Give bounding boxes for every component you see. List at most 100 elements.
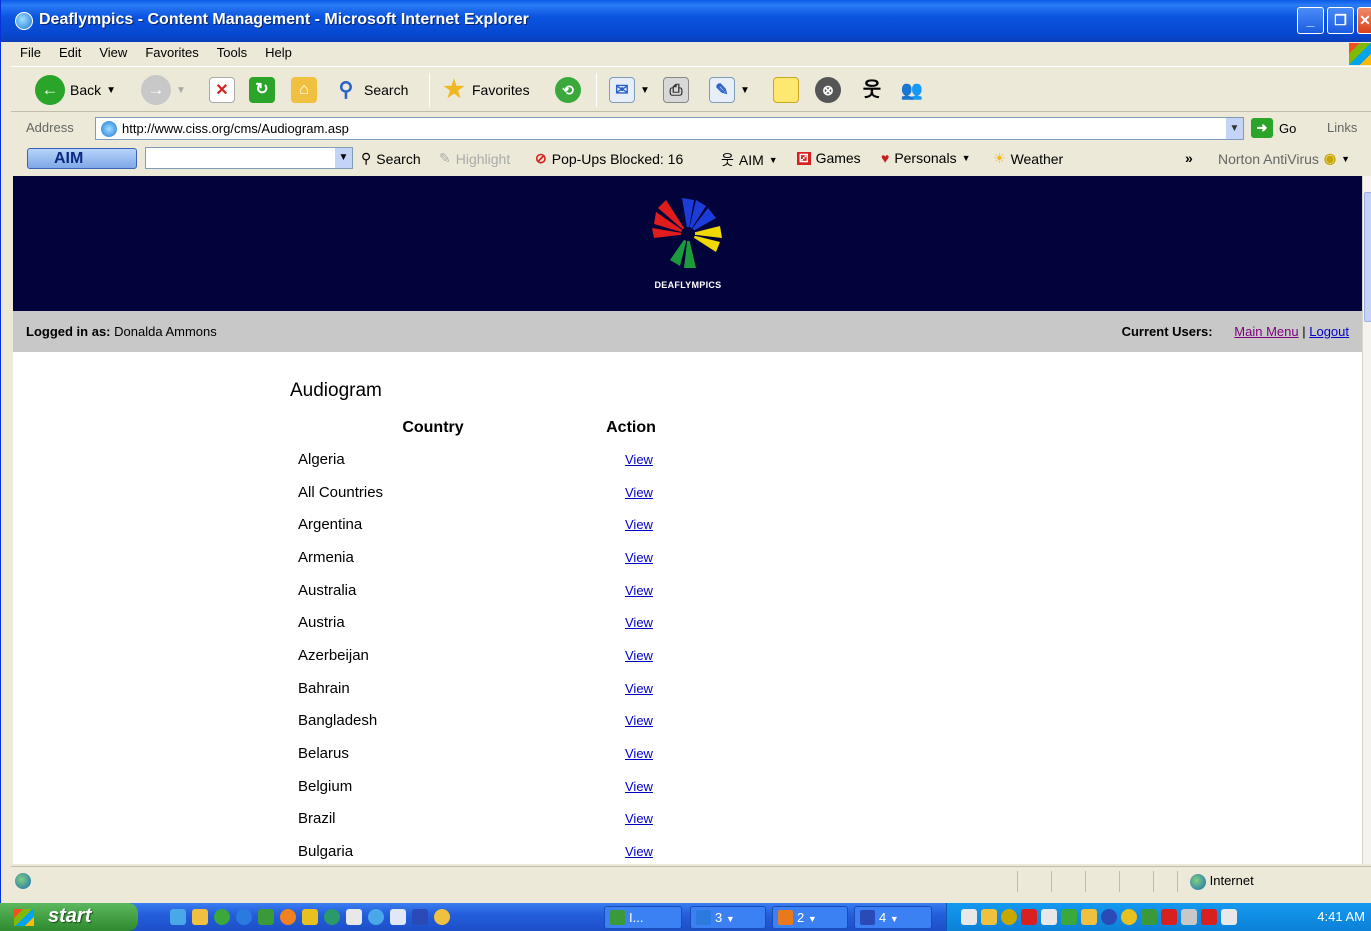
tray-icon[interactable] [1201, 909, 1217, 925]
go-label: Go [1279, 120, 1297, 136]
tray-icon[interactable] [1181, 909, 1197, 925]
chevron-down-icon: ▼ [106, 84, 117, 96]
page-title: Audiogram [290, 380, 382, 401]
toolbar-overflow-icon[interactable]: » [1185, 150, 1193, 166]
quicklaunch-icon[interactable] [368, 909, 384, 925]
messenger-button[interactable]: ⊗ [815, 75, 841, 105]
tray-icon[interactable] [1161, 909, 1177, 925]
view-link[interactable]: View [625, 485, 653, 500]
view-link[interactable]: View [625, 844, 653, 859]
nav-separator: | [1302, 324, 1306, 339]
home-button[interactable]: ⌂ [291, 75, 317, 105]
view-link[interactable]: View [625, 746, 653, 761]
links-button[interactable]: Links [1327, 120, 1357, 135]
menu-view[interactable]: View [90, 42, 136, 63]
tray-icon[interactable] [1081, 909, 1097, 925]
menu-help[interactable]: Help [256, 42, 301, 63]
view-link[interactable]: View [625, 779, 653, 794]
taskbar-item[interactable]: 3 ▼ [690, 906, 766, 929]
main-menu-link[interactable]: Main Menu [1234, 324, 1298, 339]
highlight-button[interactable]: ✎ Highlight [439, 150, 510, 167]
quicklaunch-icon[interactable] [280, 909, 296, 925]
taskbar-item[interactable]: I... [604, 906, 682, 929]
taskbar-item[interactable]: 2 ▼ [772, 906, 848, 929]
quicklaunch-icon[interactable] [324, 909, 340, 925]
quicklaunch-icon[interactable] [214, 909, 230, 925]
weather-button[interactable]: ☀ Weather [993, 150, 1063, 167]
logout-link[interactable]: Logout [1309, 324, 1349, 339]
view-link[interactable]: View [625, 648, 653, 663]
aim-logo-button[interactable]: AIM [27, 148, 137, 169]
tray-icon[interactable] [981, 909, 997, 925]
tray-icon[interactable] [1021, 909, 1037, 925]
aim-toolbar-button[interactable]: 웃 [859, 75, 885, 105]
notes-button[interactable] [773, 75, 799, 105]
aim-menu-button[interactable]: 웃 AIM ▼ [721, 150, 778, 170]
quicklaunch-icon[interactable] [170, 909, 186, 925]
view-link[interactable]: View [625, 583, 653, 598]
tray-icon[interactable] [1221, 909, 1237, 925]
quicklaunch-icon[interactable] [346, 909, 362, 925]
back-button[interactable]: ← Back ▼ [35, 75, 116, 105]
menu-tools[interactable]: Tools [208, 42, 256, 63]
tray-icon[interactable] [1121, 909, 1137, 925]
menu-file[interactable]: File [11, 42, 50, 63]
tray-icon[interactable] [1101, 909, 1117, 925]
quicklaunch-icon[interactable] [412, 909, 428, 925]
personals-button[interactable]: ♥ Personals ▼ [881, 150, 971, 166]
tray-icon[interactable] [1041, 909, 1057, 925]
print-button[interactable]: ⎙ [663, 75, 689, 105]
edit-button[interactable]: ✎ ▼ [709, 75, 750, 105]
deaflympics-logo [652, 198, 722, 268]
view-link[interactable]: View [625, 615, 653, 630]
stop-icon: ✕ [209, 77, 235, 103]
minimize-icon[interactable]: _ [1297, 7, 1324, 34]
view-link[interactable]: View [625, 452, 653, 467]
tray-icon[interactable] [1061, 909, 1077, 925]
tray-icon[interactable] [1141, 909, 1157, 925]
view-link[interactable]: View [625, 713, 653, 728]
view-link[interactable]: View [625, 811, 653, 826]
quicklaunch-icon[interactable] [192, 909, 208, 925]
history-button[interactable]: ⟲ [555, 75, 581, 105]
forward-button[interactable]: → ▼ [141, 75, 186, 105]
start-button[interactable]: start [0, 903, 138, 931]
popups-blocked-button[interactable]: ⊘ Pop-Ups Blocked: 16 [535, 150, 683, 167]
country-cell: Bangladesh [298, 712, 378, 730]
view-link[interactable]: View [625, 681, 653, 696]
mail-button[interactable]: ✉ ▼ [609, 75, 650, 105]
quicklaunch-icon[interactable] [258, 909, 274, 925]
scrollbar-thumb[interactable] [1364, 192, 1371, 322]
country-cell: Azerbeijan [298, 646, 369, 664]
taskbar-item[interactable]: 4 ▼ [854, 906, 932, 929]
page-icon [101, 121, 117, 137]
quicklaunch-icon[interactable] [236, 909, 252, 925]
aim-search-button[interactable]: ⚲ Search [361, 150, 421, 167]
chevron-down-icon[interactable]: ▼ [335, 148, 352, 168]
refresh-button[interactable]: ↻ [249, 75, 275, 105]
messenger-icon: ⊗ [815, 77, 841, 103]
restore-icon[interactable]: ❐ [1327, 7, 1354, 34]
menu-edit[interactable]: Edit [50, 42, 90, 63]
quicklaunch-icon[interactable] [434, 909, 450, 925]
address-input[interactable]: http://www.ciss.org/cms/Audiogram.asp ▼ [95, 117, 1244, 140]
games-button[interactable]: ⚂ Games [797, 150, 861, 166]
quicklaunch-icon[interactable] [302, 909, 318, 925]
stop-button[interactable]: ✕ [209, 75, 235, 105]
tray-icon[interactable] [1001, 909, 1017, 925]
go-button[interactable]: ➜ Go [1251, 118, 1296, 138]
aim-search-input[interactable]: ▼ [145, 147, 353, 169]
tray-icon[interactable] [961, 909, 977, 925]
quicklaunch-icon[interactable] [390, 909, 406, 925]
title-bar[interactable]: Deaflympics - Content Management - Micro… [1, 0, 1371, 42]
favorites-button[interactable]: ★ Favorites [441, 75, 529, 105]
norton-antivirus-button[interactable]: Norton AntiVirus ◉ ▼ [1218, 150, 1350, 167]
search-button[interactable]: ⚲ Search [333, 75, 409, 105]
view-link[interactable]: View [625, 517, 653, 532]
chevron-down-icon[interactable]: ▼ [1226, 118, 1243, 139]
vertical-scrollbar[interactable] [1362, 176, 1371, 864]
close-icon[interactable]: ✕ [1357, 7, 1371, 34]
menu-favorites[interactable]: Favorites [136, 42, 207, 63]
view-link[interactable]: View [625, 550, 653, 565]
buddies-button[interactable]: 👥 [899, 75, 925, 105]
